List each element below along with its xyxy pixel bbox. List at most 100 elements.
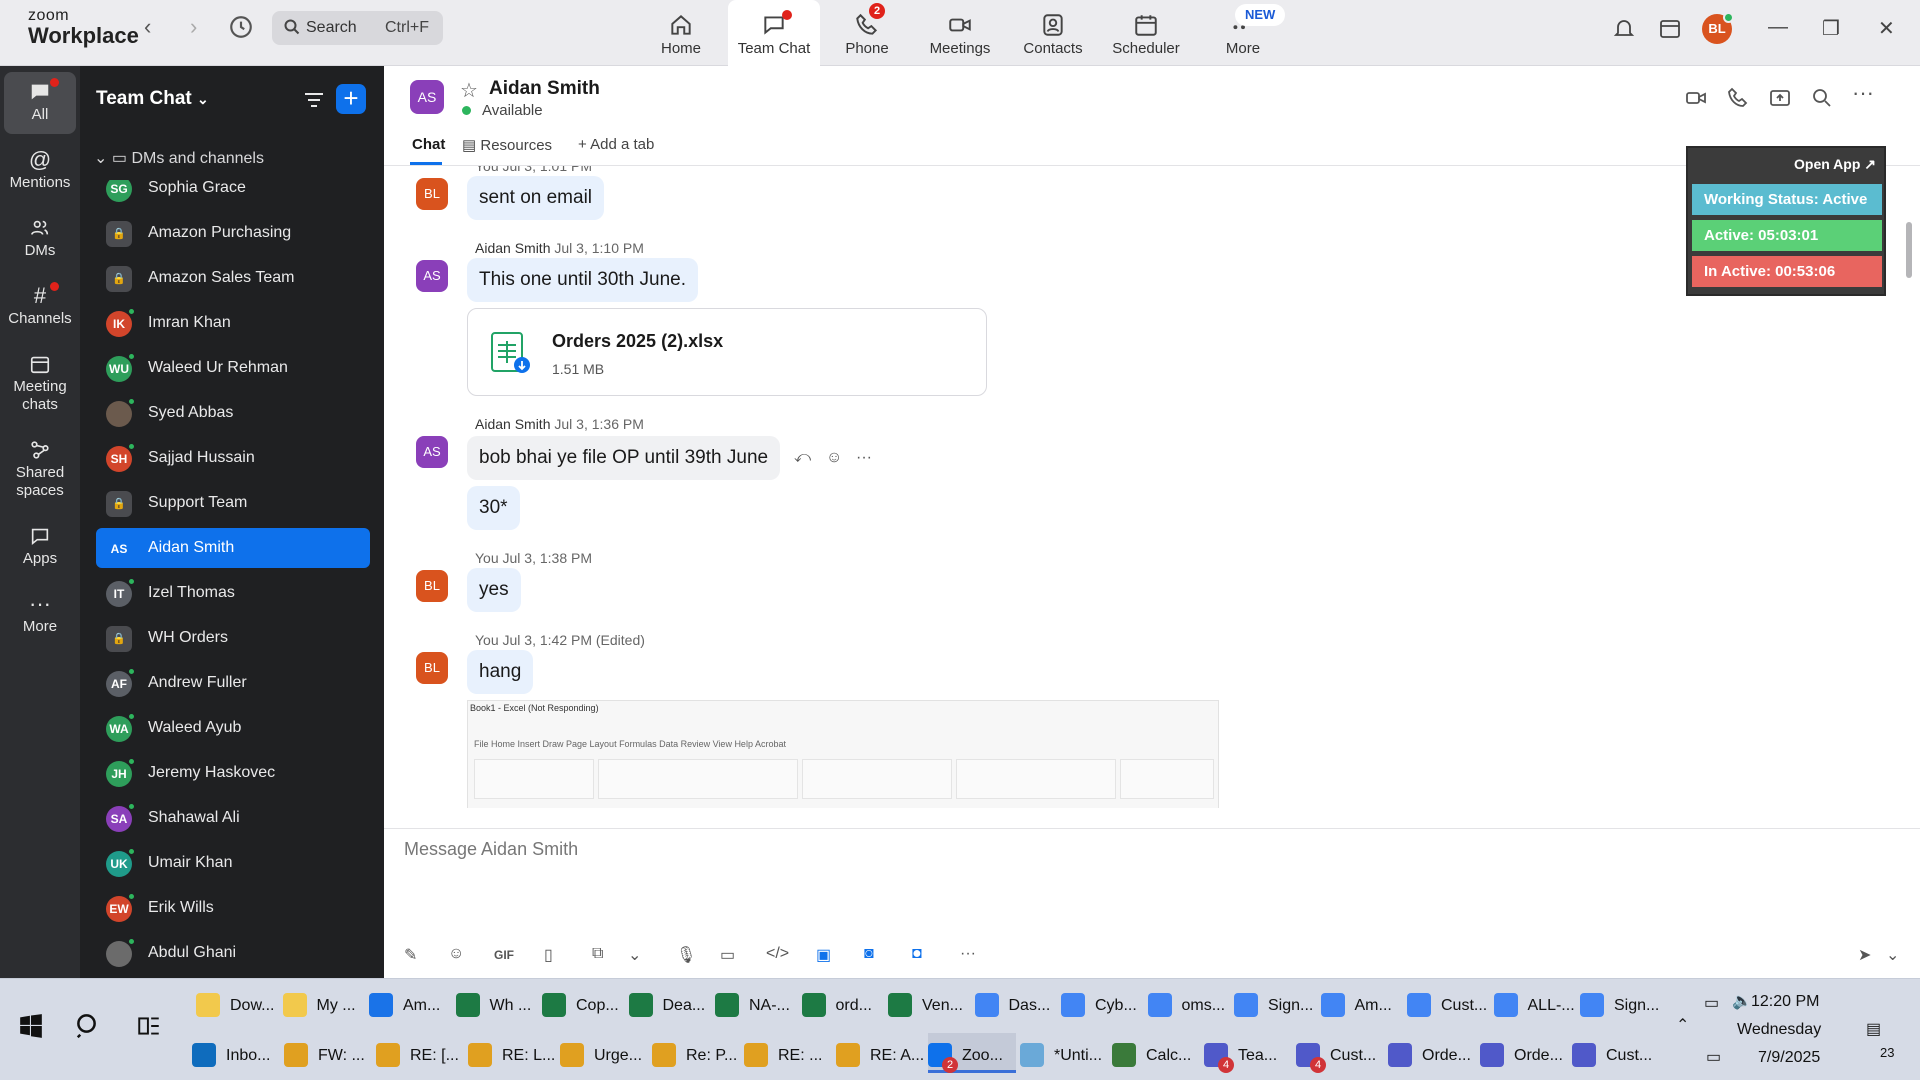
- taskbar-item[interactable]: My ...: [282, 983, 367, 1023]
- sidebar-item[interactable]: AS Aidan Smith: [96, 528, 370, 568]
- avatar[interactable]: BL: [416, 570, 448, 602]
- sidebar-title[interactable]: Team Chat ⌄: [96, 88, 209, 110]
- message-bubble[interactable]: This one until 30th June.: [467, 258, 699, 302]
- more-tools-icon[interactable]: ···: [960, 945, 976, 963]
- sidebar-item[interactable]: AF Andrew Fuller: [96, 663, 370, 703]
- sidebar-item[interactable]: JH Jeremy Haskovec: [96, 753, 370, 793]
- file-attachment[interactable]: Orders 2025 (2).xlsx 1.51 MB: [467, 308, 987, 396]
- sidebar-item[interactable]: 🔒 WH Orders: [96, 618, 370, 658]
- message-bubble[interactable]: bob bhai ye file OP until 39th June: [467, 436, 781, 480]
- scrollbar-thumb[interactable]: [1906, 222, 1912, 278]
- taskbar-item[interactable]: Orde...: [1388, 1033, 1476, 1073]
- nav-tab-home[interactable]: Home: [635, 0, 727, 66]
- sidebar-item[interactable]: SH Sajjad Hussain: [96, 438, 370, 478]
- rail-shared-spaces[interactable]: Shared spaces: [4, 436, 76, 500]
- sidebar-item[interactable]: 🔒 Amazon Purchasing: [96, 213, 370, 253]
- message-bubble[interactable]: sent on email: [467, 176, 605, 220]
- sidebar-item[interactable]: WU Waleed Ur Rehman: [96, 348, 370, 388]
- restore-icon[interactable]: ❐: [1822, 16, 1840, 41]
- clock-date[interactable]: 7/9/2025: [1758, 1049, 1820, 1067]
- microphone-icon[interactable]: 🎙: [676, 945, 696, 965]
- video-call-icon[interactable]: [1684, 86, 1708, 110]
- taskbar-item[interactable]: Cust...: [1572, 1033, 1660, 1073]
- taskbar-item[interactable]: FW: ...: [284, 1033, 372, 1073]
- volume-icon[interactable]: 🔈: [1732, 991, 1752, 1011]
- share-screen-icon[interactable]: [1768, 86, 1792, 110]
- rail-mentions[interactable]: @ Mentions: [4, 146, 76, 192]
- forward-arrow-icon[interactable]: ›: [190, 14, 197, 40]
- sidebar-item[interactable]: SA Shahawal Ali: [96, 798, 370, 838]
- taskbar-item[interactable]: RE: L...: [468, 1033, 556, 1073]
- taskbar-item[interactable]: RE: [...: [376, 1033, 464, 1073]
- taskbar-item[interactable]: Das...: [974, 983, 1059, 1023]
- send-icon[interactable]: ➤: [1858, 945, 1871, 965]
- taskbar-item[interactable]: Dea...: [628, 983, 713, 1023]
- contact-avatar[interactable]: AS: [410, 80, 444, 114]
- message-input[interactable]: Message Aidan Smith: [404, 839, 578, 860]
- app-icon[interactable]: ◙: [864, 945, 874, 963]
- section-dms-and-channels[interactable]: ⌄ ▭ DMs and channels: [94, 148, 264, 168]
- rail-channels[interactable]: # Channels: [4, 282, 76, 328]
- more-actions-icon[interactable]: ···: [856, 449, 872, 467]
- code-icon[interactable]: </>: [766, 945, 789, 963]
- screenshot-attachment[interactable]: Book1 - Excel (Not Responding) File Home…: [467, 700, 1219, 808]
- gif-icon[interactable]: GIF: [494, 948, 514, 962]
- search-box[interactable]: Search Ctrl+F: [272, 11, 443, 45]
- taskbar-item[interactable]: Inbo...: [192, 1033, 280, 1073]
- nav-tab-team-chat[interactable]: Team Chat: [728, 0, 820, 66]
- taskbar-item[interactable]: Zoo... 2: [928, 1033, 1016, 1073]
- user-avatar[interactable]: BL: [1702, 12, 1734, 44]
- taskbar-item[interactable]: ord...: [801, 983, 886, 1023]
- emoji-reaction-icon[interactable]: ☺: [826, 449, 842, 467]
- app-icon[interactable]: ▣: [816, 945, 831, 965]
- bell-icon[interactable]: [1612, 16, 1636, 40]
- taskbar-item[interactable]: Urge...: [560, 1033, 648, 1073]
- avatar[interactable]: BL: [416, 652, 448, 684]
- taskbar-item[interactable]: Dow...: [196, 983, 280, 1023]
- taskbar-item[interactable]: Cust... 4: [1296, 1033, 1384, 1073]
- nav-tab-contacts[interactable]: Contacts: [1007, 0, 1099, 66]
- contact-name[interactable]: Aidan Smith: [489, 78, 600, 100]
- sidebar-item[interactable]: IK Imran Khan: [96, 303, 370, 343]
- network-icon[interactable]: ▭: [1706, 1047, 1721, 1067]
- open-app-link[interactable]: Open App ↗: [1794, 156, 1876, 173]
- taskbar-item[interactable]: ALL-...: [1493, 983, 1578, 1023]
- message-bubble[interactable]: hang: [467, 650, 534, 694]
- new-chat-button[interactable]: +: [336, 84, 366, 114]
- avatar[interactable]: AS: [416, 436, 448, 468]
- format-icon[interactable]: ✎: [404, 945, 417, 965]
- sidebar-item[interactable]: SG Sophia Grace: [96, 180, 370, 208]
- taskbar-item[interactable]: Cyb...: [1061, 983, 1145, 1023]
- message-bubble[interactable]: 30*: [467, 486, 520, 530]
- calendar-icon[interactable]: [1658, 16, 1682, 40]
- battery-icon[interactable]: ▭: [1704, 993, 1719, 1013]
- search-icon[interactable]: [74, 1011, 104, 1041]
- sidebar-item[interactable]: IT Izel Thomas: [96, 573, 370, 613]
- avatar[interactable]: BL: [416, 178, 448, 210]
- sidebar-item[interactable]: WA Waleed Ayub: [96, 708, 370, 748]
- taskbar-item[interactable]: Am...: [1320, 983, 1405, 1023]
- task-view-icon[interactable]: [136, 1013, 162, 1039]
- file-icon[interactable]: ▯: [544, 945, 553, 965]
- sidebar-item[interactable]: UK Umair Khan: [96, 843, 370, 883]
- taskbar-item[interactable]: oms...: [1147, 983, 1232, 1023]
- taskbar-item[interactable]: RE: ...: [744, 1033, 832, 1073]
- filter-icon[interactable]: [302, 88, 326, 112]
- windows-start-icon[interactable]: [18, 1013, 44, 1039]
- taskbar-item[interactable]: Cust...: [1407, 983, 1491, 1023]
- nav-tab-more[interactable]: NEW More: [1197, 0, 1289, 66]
- taskbar-item[interactable]: NA-...: [715, 983, 799, 1023]
- sidebar-item[interactable]: 🔒 Support Team: [96, 483, 370, 523]
- tab-resources[interactable]: ▤ Resources: [462, 136, 552, 154]
- reply-icon[interactable]: ⤺: [794, 449, 811, 467]
- taskbar-item[interactable]: Sign...: [1234, 983, 1318, 1023]
- taskbar-item[interactable]: Ven...: [888, 983, 972, 1023]
- taskbar-item[interactable]: Wh ...: [455, 983, 540, 1023]
- sidebar-item[interactable]: Abdul Ghani: [96, 933, 370, 973]
- tab-chat[interactable]: Chat: [412, 136, 445, 153]
- rail-all[interactable]: All: [4, 72, 76, 134]
- nav-tab-scheduler[interactable]: Scheduler: [1100, 0, 1192, 66]
- sidebar-item[interactable]: Syed Abbas: [96, 393, 370, 433]
- rail-dms[interactable]: DMs: [4, 214, 76, 260]
- nav-tab-meetings[interactable]: Meetings: [914, 0, 1006, 66]
